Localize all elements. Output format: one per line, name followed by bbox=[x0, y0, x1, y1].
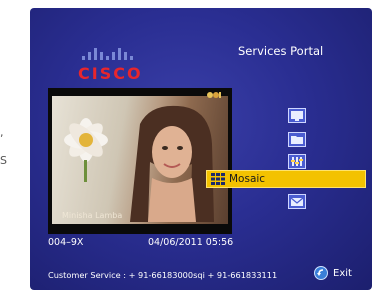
tv-icon[interactable] bbox=[288, 108, 306, 123]
video-frame: Minisha Lamba bbox=[52, 96, 228, 224]
settings-icon[interactable] bbox=[288, 154, 306, 169]
video-caption: Minisha Lamba bbox=[62, 211, 123, 220]
exit-button[interactable]: Exit bbox=[314, 266, 352, 280]
video-preview[interactable]: Minisha Lamba bbox=[48, 88, 232, 234]
exit-icon bbox=[314, 266, 328, 280]
tv-screen: CISCO Services Portal Minisha Lamba Mosa… bbox=[30, 8, 372, 290]
menu-item-mosaic-label: Mosaic bbox=[229, 173, 266, 185]
page-edge-comma: , bbox=[0, 126, 4, 139]
presenter-image bbox=[130, 105, 214, 222]
cisco-logo: CISCO bbox=[78, 46, 152, 88]
mail-icon[interactable] bbox=[288, 194, 306, 209]
page-title: Services Portal bbox=[238, 44, 324, 58]
page-edge-letter: S bbox=[0, 154, 7, 167]
date-time: 04/06/2011 05:56 bbox=[148, 237, 234, 248]
folder-icon[interactable] bbox=[288, 132, 306, 147]
logo-text: CISCO bbox=[78, 64, 143, 83]
exit-label: Exit bbox=[333, 267, 352, 279]
flower-image bbox=[64, 118, 108, 182]
channel-number: 004–9X bbox=[48, 237, 84, 248]
menu-item-mosaic[interactable]: Mosaic bbox=[206, 170, 366, 188]
customer-service-text: Customer Service : + 91-66183000sqi + 91… bbox=[48, 270, 278, 280]
mosaic-icon bbox=[211, 173, 225, 185]
channel-logo-icon bbox=[207, 92, 221, 98]
